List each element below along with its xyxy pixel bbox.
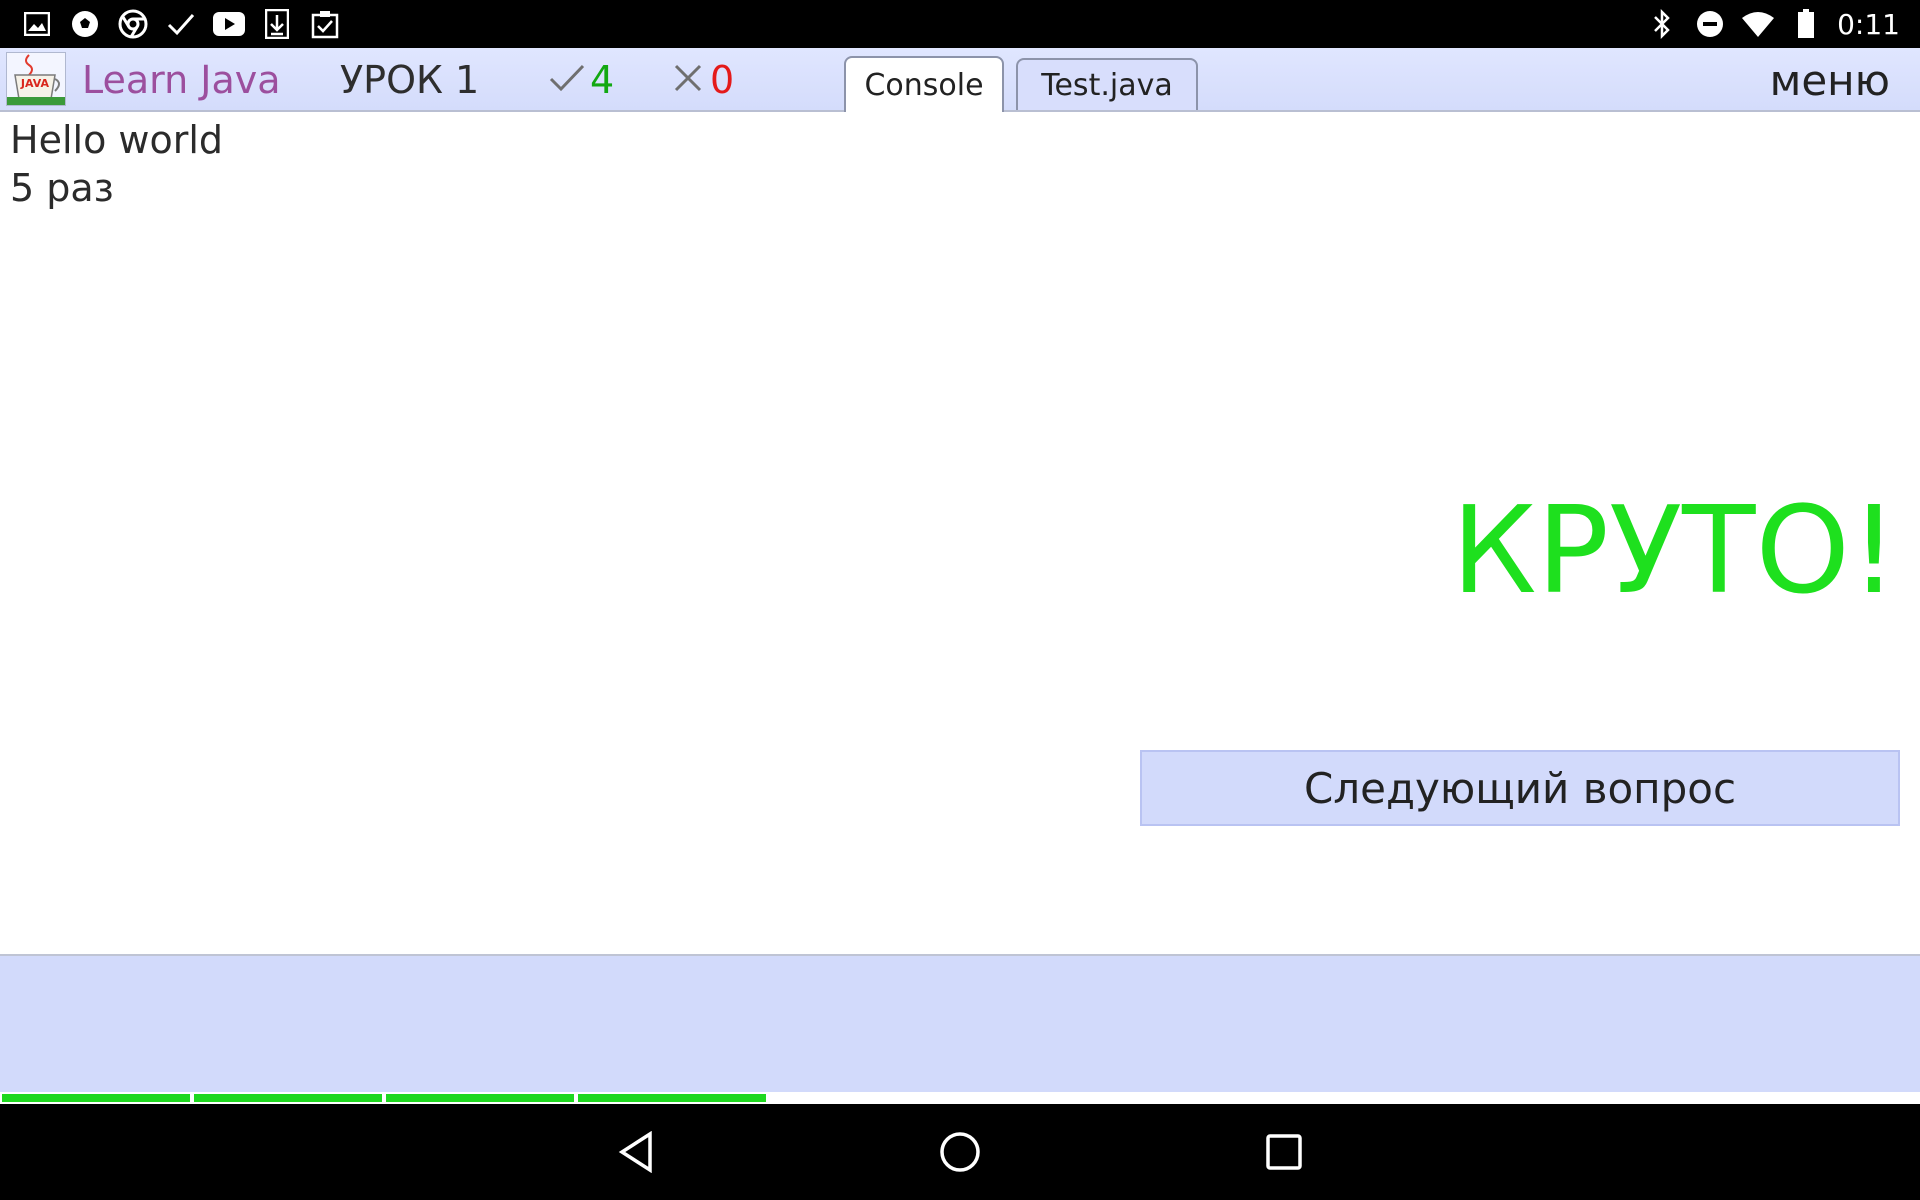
wrong-counter: 0 [674, 58, 734, 102]
image-icon [20, 7, 54, 41]
correct-count: 4 [590, 58, 615, 102]
back-button[interactable] [612, 1128, 660, 1176]
progress-segment [2, 1094, 190, 1102]
recents-button[interactable] [1260, 1128, 1308, 1176]
menu-button[interactable]: меню [1770, 56, 1890, 105]
home-button[interactable] [936, 1128, 984, 1176]
app-bar: JAVA Learn Java УРОК 1 4 0 Console Test.… [0, 48, 1920, 112]
notification-icons [20, 0, 342, 48]
wifi-icon [1741, 7, 1775, 41]
lesson-progress [0, 1092, 1920, 1104]
svg-text:JAVA: JAVA [20, 77, 50, 90]
chrome-icon [116, 7, 150, 41]
bluetooth-icon [1645, 7, 1679, 41]
console-line: 5 раз [10, 166, 114, 210]
system-icons: 0:11 [1645, 0, 1900, 48]
download-icon [260, 7, 294, 41]
clipboard-check-icon [308, 7, 342, 41]
lesson-label: УРОК 1 [340, 58, 480, 102]
status-bar: 0:11 [0, 0, 1920, 48]
progress-segment [578, 1094, 766, 1102]
soccer-ball-icon [68, 7, 102, 41]
console-output: Hello world 5 раз КРУТО! Следующий вопро… [0, 112, 1920, 954]
check-icon [548, 63, 586, 97]
progress-segment [194, 1094, 382, 1102]
app-logo: JAVA [6, 52, 66, 106]
next-question-button[interactable]: Следующий вопрос [1140, 750, 1900, 826]
tab-console[interactable]: Console [844, 56, 1004, 112]
console-line: Hello world [10, 118, 224, 162]
progress-segment [386, 1094, 574, 1102]
tab-test-java[interactable]: Test.java [1016, 58, 1198, 110]
wrong-count: 0 [710, 58, 735, 102]
back-icon [618, 1131, 652, 1173]
battery-icon [1789, 7, 1823, 41]
correct-counter: 4 [548, 58, 614, 102]
home-icon [940, 1132, 980, 1172]
close-icon [674, 64, 702, 96]
app-title: Learn Java [82, 58, 281, 102]
youtube-icon [212, 7, 246, 41]
check-icon [164, 7, 198, 41]
navigation-bar [0, 1104, 1920, 1200]
recents-icon [1266, 1134, 1302, 1170]
bottom-panel [0, 954, 1920, 1092]
do-not-disturb-icon [1693, 7, 1727, 41]
result-verdict: КРУТО! [1451, 482, 1898, 621]
status-time: 0:11 [1837, 7, 1900, 41]
